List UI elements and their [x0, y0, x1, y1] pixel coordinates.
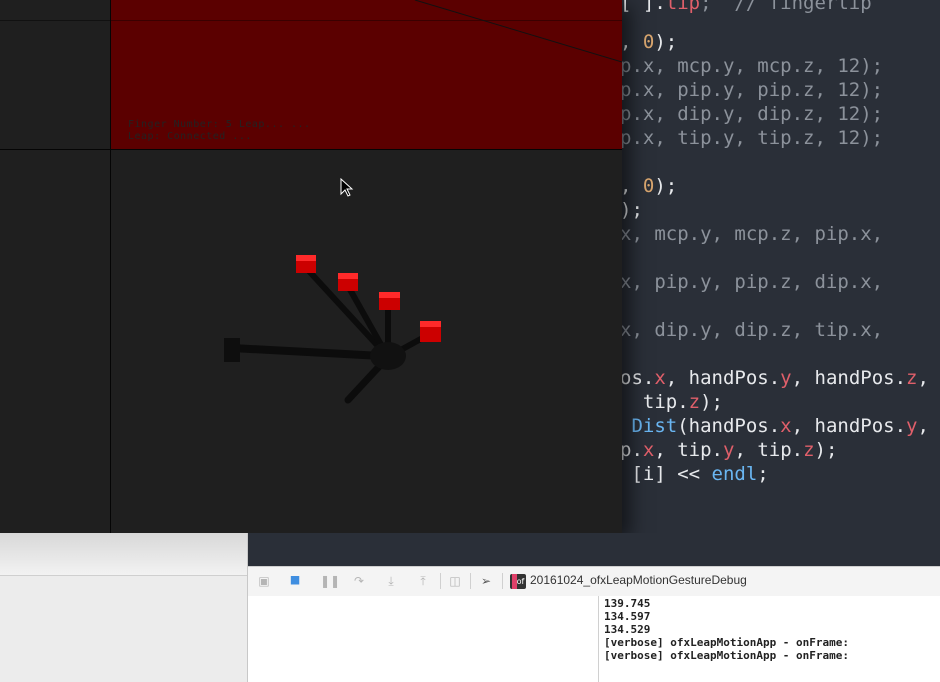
- code-line: [ ].tip; // fingertip: [620, 0, 872, 14]
- fingertip-1-top: [296, 255, 316, 261]
- toolbar-separator: [440, 573, 441, 589]
- code-token: os.: [620, 367, 655, 389]
- leap-motion-app-window[interactable]: Finger Number: 5 Leap... ... Leap: Conne…: [0, 0, 622, 533]
- code-token: x: [654, 367, 666, 389]
- code-line: p.x, dip.y, dip.z, 12);: [620, 103, 883, 125]
- code-token: tip.: [620, 391, 689, 413]
- console-line: [verbose] ofxLeapMotionApp - onFrame:: [604, 649, 850, 662]
- debug-toolbar: ▣ ⯀ ❚❚ ↷ ⤓ ⤒ ◫ ➢ of 20161024_ofxLeapMoti…: [248, 566, 940, 597]
- code-line: x, pip.y, pip.z, dip.x,: [620, 271, 883, 293]
- target-name[interactable]: 20161024_ofxLeapMotionGestureDebug: [530, 573, 747, 587]
- code-line: p.x, mcp.y, mcp.z, 12);: [620, 55, 883, 77]
- palm-joint: [370, 342, 406, 370]
- code-token: x: [642, 439, 655, 461]
- code-line: x, dip.y, dip.z, tip.x,: [620, 319, 883, 341]
- code-token: p.x, dip.y, dip.z, 12);: [620, 103, 884, 125]
- toolbar-separator: [502, 573, 503, 589]
- code-token: ,: [917, 367, 929, 389]
- code-token: x, mcp.y, mcp.z, pip.x,: [620, 223, 884, 245]
- code-token: p.x, mcp.y, mcp.z, 12);: [620, 55, 884, 77]
- code-line: p.x, tip.y, tip.z, 12);: [620, 127, 883, 149]
- code-token: [ ].: [620, 0, 666, 14]
- code-line: p.x, tip.y, tip.z);: [620, 439, 837, 461]
- navigator-area[interactable]: [0, 533, 247, 682]
- code-line: , 0);: [620, 31, 677, 53]
- debug-console[interactable]: ​ 139.745134.597134.529[verbose] ofxLeap…: [598, 596, 940, 682]
- app-target-icon: of: [510, 574, 526, 589]
- step-out-icon[interactable]: ⤒: [416, 574, 430, 588]
- code-token: , handPos.: [791, 415, 907, 437]
- hide-debug-area-icon[interactable]: ▣: [257, 574, 271, 588]
- code-token: ;: [757, 463, 769, 485]
- code-token: , tip.: [654, 439, 723, 461]
- code-token: z: [688, 391, 701, 413]
- code-token: [i] <<: [620, 463, 712, 485]
- view-debugger-icon[interactable]: ◫: [448, 574, 462, 588]
- breakpoints-toggle-icon[interactable]: ⯀: [288, 574, 302, 588]
- code-editor-bottom[interactable]: [248, 533, 940, 566]
- code-line: [i] << endl;: [620, 463, 769, 485]
- hand-skeleton-view: [224, 0, 622, 404]
- console-line: 134.597: [604, 610, 651, 623]
- hand-skeleton: [228, 267, 431, 404]
- code-token: );: [700, 391, 723, 413]
- console-line: 134.529: [604, 623, 651, 636]
- code-token: y: [906, 415, 918, 437]
- code-token: p.x, tip.y, tip.z, 12);: [620, 127, 884, 149]
- code-token: ,: [620, 175, 643, 197]
- code-token: );: [654, 31, 678, 53]
- code-line: os.x, handPos.y, handPos.z,: [620, 367, 929, 389]
- pause-icon[interactable]: ❚❚: [320, 574, 340, 588]
- code-line: p.x, pip.y, pip.z, 12);: [620, 79, 883, 101]
- fingertip-3-top: [379, 292, 400, 298]
- mouse-pointer-icon: [340, 178, 354, 197]
- step-over-icon[interactable]: ↷: [352, 574, 366, 588]
- code-token: ; // fingertip: [700, 0, 872, 14]
- code-token: , handPos.: [791, 367, 907, 389]
- code-token: p.: [620, 439, 643, 461]
- code-line: x, mcp.y, mcp.z, pip.x,: [620, 223, 883, 245]
- code-token: );: [654, 175, 678, 197]
- toolbar-separator: [470, 573, 471, 589]
- code-token: );: [814, 439, 838, 461]
- code-line: );: [620, 199, 643, 221]
- fingertips: [296, 255, 441, 342]
- fingertip-4-top: [420, 321, 441, 327]
- code-line: Dist(handPos.x, handPos.y,: [620, 415, 929, 437]
- ray-line: [414, 0, 622, 63]
- thumb-bone: [228, 344, 386, 360]
- code-token: 0: [642, 175, 655, 197]
- code-line: , 0);: [620, 175, 677, 197]
- thumb-joint: [224, 338, 240, 362]
- simulate-location-icon[interactable]: ➢: [479, 574, 493, 588]
- code-token: x: [780, 415, 792, 437]
- code-token: z: [803, 439, 815, 461]
- code-token: Dist: [631, 415, 678, 437]
- code-token: tip: [665, 0, 701, 14]
- code-line: tip.z);: [620, 391, 723, 413]
- navigator-header: [0, 533, 247, 576]
- code-token: ,: [620, 31, 643, 53]
- code-token: 0: [642, 31, 655, 53]
- code-token: , handPos.: [665, 367, 781, 389]
- console-line: 139.745: [604, 597, 651, 610]
- variables-view[interactable]: [248, 596, 598, 682]
- fingertip-2-top: [338, 273, 358, 279]
- code-token: x, pip.y, pip.z, dip.x,: [620, 271, 884, 293]
- code-token: , tip.: [734, 439, 804, 461]
- code-token: p.x, pip.y, pip.z, 12);: [620, 79, 884, 101]
- code-token: x, dip.y, dip.z, tip.x,: [620, 319, 884, 341]
- code-token: y: [722, 439, 735, 461]
- console-line: [verbose] ofxLeapMotionApp - onFrame:: [604, 636, 850, 649]
- code-token: ,: [917, 415, 929, 437]
- code-token: );: [620, 199, 643, 221]
- code-token: endl: [711, 463, 758, 485]
- code-token: z: [906, 367, 918, 389]
- step-into-icon[interactable]: ⤓: [384, 574, 398, 588]
- code-token: (handPos.: [677, 415, 781, 437]
- code-token: y: [780, 367, 792, 389]
